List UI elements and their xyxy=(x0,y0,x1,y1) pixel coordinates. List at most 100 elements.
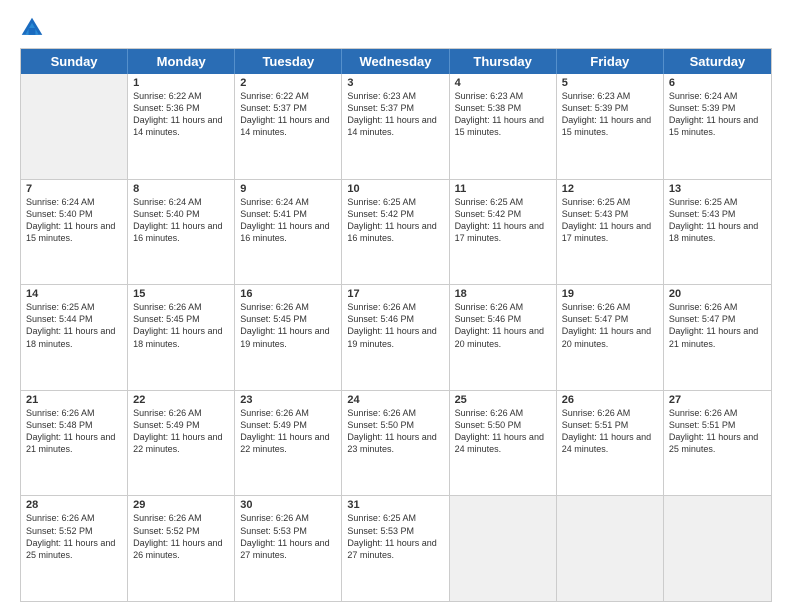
calendar-cell: 20Sunrise: 6:26 AMSunset: 5:47 PMDayligh… xyxy=(664,285,771,390)
calendar-cell: 28Sunrise: 6:26 AMSunset: 5:52 PMDayligh… xyxy=(21,496,128,601)
calendar-cell: 6Sunrise: 6:24 AMSunset: 5:39 PMDaylight… xyxy=(664,74,771,179)
cell-info: Sunrise: 6:26 AMSunset: 5:50 PMDaylight:… xyxy=(347,407,443,456)
day-header-saturday: Saturday xyxy=(664,49,771,74)
day-number: 3 xyxy=(347,77,443,89)
calendar-cell: 27Sunrise: 6:26 AMSunset: 5:51 PMDayligh… xyxy=(664,391,771,496)
day-number: 1 xyxy=(133,77,229,89)
calendar-cell: 17Sunrise: 6:26 AMSunset: 5:46 PMDayligh… xyxy=(342,285,449,390)
day-number: 21 xyxy=(26,394,122,406)
day-header-friday: Friday xyxy=(557,49,664,74)
day-number: 25 xyxy=(455,394,551,406)
day-number: 12 xyxy=(562,183,658,195)
calendar-week-4: 21Sunrise: 6:26 AMSunset: 5:48 PMDayligh… xyxy=(21,391,771,497)
calendar-cell: 31Sunrise: 6:25 AMSunset: 5:53 PMDayligh… xyxy=(342,496,449,601)
page: SundayMondayTuesdayWednesdayThursdayFrid… xyxy=(0,0,792,612)
cell-info: Sunrise: 6:26 AMSunset: 5:46 PMDaylight:… xyxy=(347,301,443,350)
cell-info: Sunrise: 6:22 AMSunset: 5:37 PMDaylight:… xyxy=(240,90,336,139)
cell-info: Sunrise: 6:24 AMSunset: 5:40 PMDaylight:… xyxy=(133,196,229,245)
cell-info: Sunrise: 6:25 AMSunset: 5:42 PMDaylight:… xyxy=(455,196,551,245)
cell-info: Sunrise: 6:26 AMSunset: 5:49 PMDaylight:… xyxy=(133,407,229,456)
day-number: 14 xyxy=(26,288,122,300)
calendar-cell: 30Sunrise: 6:26 AMSunset: 5:53 PMDayligh… xyxy=(235,496,342,601)
calendar-cell: 23Sunrise: 6:26 AMSunset: 5:49 PMDayligh… xyxy=(235,391,342,496)
calendar-cell xyxy=(450,496,557,601)
calendar-header: SundayMondayTuesdayWednesdayThursdayFrid… xyxy=(21,49,771,74)
day-number: 20 xyxy=(669,288,766,300)
cell-info: Sunrise: 6:26 AMSunset: 5:52 PMDaylight:… xyxy=(133,512,229,561)
calendar-cell xyxy=(21,74,128,179)
calendar-cell: 22Sunrise: 6:26 AMSunset: 5:49 PMDayligh… xyxy=(128,391,235,496)
day-number: 23 xyxy=(240,394,336,406)
calendar-cell: 14Sunrise: 6:25 AMSunset: 5:44 PMDayligh… xyxy=(21,285,128,390)
calendar-cell: 13Sunrise: 6:25 AMSunset: 5:43 PMDayligh… xyxy=(664,180,771,285)
day-number: 6 xyxy=(669,77,766,89)
header xyxy=(20,16,772,40)
calendar-cell: 12Sunrise: 6:25 AMSunset: 5:43 PMDayligh… xyxy=(557,180,664,285)
cell-info: Sunrise: 6:26 AMSunset: 5:52 PMDaylight:… xyxy=(26,512,122,561)
day-number: 29 xyxy=(133,499,229,511)
cell-info: Sunrise: 6:26 AMSunset: 5:47 PMDaylight:… xyxy=(562,301,658,350)
day-number: 8 xyxy=(133,183,229,195)
cell-info: Sunrise: 6:23 AMSunset: 5:39 PMDaylight:… xyxy=(562,90,658,139)
day-number: 18 xyxy=(455,288,551,300)
calendar-cell: 21Sunrise: 6:26 AMSunset: 5:48 PMDayligh… xyxy=(21,391,128,496)
calendar-body: 1Sunrise: 6:22 AMSunset: 5:36 PMDaylight… xyxy=(21,74,771,601)
calendar-cell: 11Sunrise: 6:25 AMSunset: 5:42 PMDayligh… xyxy=(450,180,557,285)
calendar-cell: 24Sunrise: 6:26 AMSunset: 5:50 PMDayligh… xyxy=(342,391,449,496)
day-number: 15 xyxy=(133,288,229,300)
day-number: 19 xyxy=(562,288,658,300)
cell-info: Sunrise: 6:24 AMSunset: 5:40 PMDaylight:… xyxy=(26,196,122,245)
day-header-thursday: Thursday xyxy=(450,49,557,74)
day-number: 27 xyxy=(669,394,766,406)
day-number: 16 xyxy=(240,288,336,300)
cell-info: Sunrise: 6:24 AMSunset: 5:39 PMDaylight:… xyxy=(669,90,766,139)
cell-info: Sunrise: 6:26 AMSunset: 5:51 PMDaylight:… xyxy=(562,407,658,456)
cell-info: Sunrise: 6:22 AMSunset: 5:36 PMDaylight:… xyxy=(133,90,229,139)
day-number: 11 xyxy=(455,183,551,195)
day-number: 13 xyxy=(669,183,766,195)
calendar-week-5: 28Sunrise: 6:26 AMSunset: 5:52 PMDayligh… xyxy=(21,496,771,601)
day-header-wednesday: Wednesday xyxy=(342,49,449,74)
cell-info: Sunrise: 6:26 AMSunset: 5:45 PMDaylight:… xyxy=(133,301,229,350)
calendar: SundayMondayTuesdayWednesdayThursdayFrid… xyxy=(20,48,772,602)
day-number: 31 xyxy=(347,499,443,511)
logo-icon xyxy=(20,16,44,40)
calendar-cell: 10Sunrise: 6:25 AMSunset: 5:42 PMDayligh… xyxy=(342,180,449,285)
calendar-cell xyxy=(664,496,771,601)
day-number: 5 xyxy=(562,77,658,89)
day-number: 4 xyxy=(455,77,551,89)
cell-info: Sunrise: 6:26 AMSunset: 5:48 PMDaylight:… xyxy=(26,407,122,456)
cell-info: Sunrise: 6:25 AMSunset: 5:43 PMDaylight:… xyxy=(669,196,766,245)
day-number: 28 xyxy=(26,499,122,511)
calendar-cell: 29Sunrise: 6:26 AMSunset: 5:52 PMDayligh… xyxy=(128,496,235,601)
day-number: 9 xyxy=(240,183,336,195)
cell-info: Sunrise: 6:25 AMSunset: 5:53 PMDaylight:… xyxy=(347,512,443,561)
calendar-cell: 9Sunrise: 6:24 AMSunset: 5:41 PMDaylight… xyxy=(235,180,342,285)
calendar-week-2: 7Sunrise: 6:24 AMSunset: 5:40 PMDaylight… xyxy=(21,180,771,286)
day-header-sunday: Sunday xyxy=(21,49,128,74)
calendar-cell: 18Sunrise: 6:26 AMSunset: 5:46 PMDayligh… xyxy=(450,285,557,390)
cell-info: Sunrise: 6:25 AMSunset: 5:43 PMDaylight:… xyxy=(562,196,658,245)
calendar-week-1: 1Sunrise: 6:22 AMSunset: 5:36 PMDaylight… xyxy=(21,74,771,180)
calendar-cell: 19Sunrise: 6:26 AMSunset: 5:47 PMDayligh… xyxy=(557,285,664,390)
day-number: 30 xyxy=(240,499,336,511)
day-number: 22 xyxy=(133,394,229,406)
cell-info: Sunrise: 6:23 AMSunset: 5:38 PMDaylight:… xyxy=(455,90,551,139)
day-number: 2 xyxy=(240,77,336,89)
cell-info: Sunrise: 6:26 AMSunset: 5:46 PMDaylight:… xyxy=(455,301,551,350)
calendar-cell: 26Sunrise: 6:26 AMSunset: 5:51 PMDayligh… xyxy=(557,391,664,496)
calendar-week-3: 14Sunrise: 6:25 AMSunset: 5:44 PMDayligh… xyxy=(21,285,771,391)
cell-info: Sunrise: 6:26 AMSunset: 5:47 PMDaylight:… xyxy=(669,301,766,350)
calendar-cell: 4Sunrise: 6:23 AMSunset: 5:38 PMDaylight… xyxy=(450,74,557,179)
day-number: 7 xyxy=(26,183,122,195)
cell-info: Sunrise: 6:23 AMSunset: 5:37 PMDaylight:… xyxy=(347,90,443,139)
day-header-monday: Monday xyxy=(128,49,235,74)
cell-info: Sunrise: 6:26 AMSunset: 5:49 PMDaylight:… xyxy=(240,407,336,456)
day-number: 24 xyxy=(347,394,443,406)
logo xyxy=(20,16,48,40)
cell-info: Sunrise: 6:25 AMSunset: 5:44 PMDaylight:… xyxy=(26,301,122,350)
calendar-cell: 25Sunrise: 6:26 AMSunset: 5:50 PMDayligh… xyxy=(450,391,557,496)
calendar-cell: 16Sunrise: 6:26 AMSunset: 5:45 PMDayligh… xyxy=(235,285,342,390)
calendar-cell: 15Sunrise: 6:26 AMSunset: 5:45 PMDayligh… xyxy=(128,285,235,390)
calendar-cell: 3Sunrise: 6:23 AMSunset: 5:37 PMDaylight… xyxy=(342,74,449,179)
